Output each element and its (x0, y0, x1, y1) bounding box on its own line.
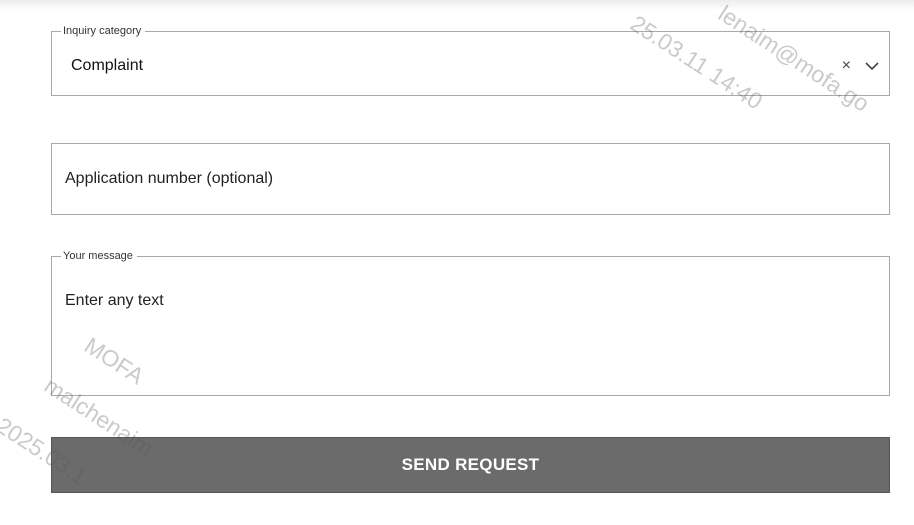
send-request-button[interactable]: SEND REQUEST (51, 437, 890, 493)
inquiry-category-select[interactable]: Inquiry category Complaint × (51, 25, 890, 96)
top-shadow (0, 0, 914, 10)
inquiry-category-legend: Inquiry category (63, 25, 142, 37)
chevron-down-icon[interactable] (865, 61, 879, 71)
message-field[interactable]: Your message (51, 250, 890, 396)
application-number-input[interactable] (65, 170, 845, 188)
clear-icon[interactable]: × (842, 58, 851, 74)
inquiry-category-value: Complaint (71, 57, 144, 74)
application-number-field[interactable] (51, 143, 890, 215)
message-textarea[interactable] (65, 292, 865, 382)
inquiry-form-page: Inquiry category Complaint × Your messag… (0, 0, 914, 525)
message-legend: Your message (63, 250, 133, 262)
